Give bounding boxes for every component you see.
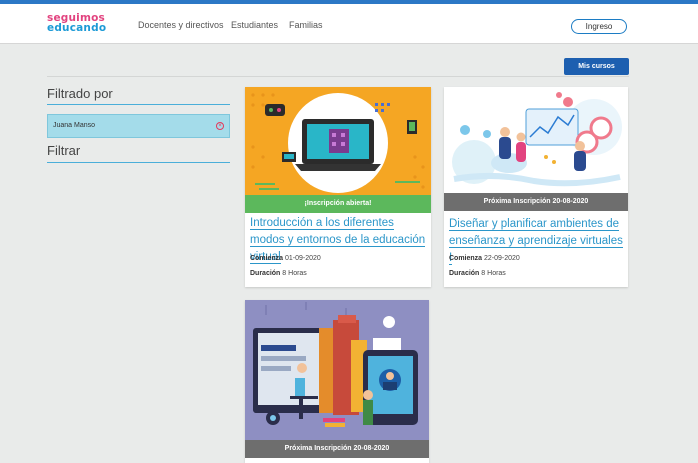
course-illustration-digital-library	[245, 300, 429, 440]
course-duration: Duración 8 Horas	[449, 270, 506, 277]
nav-estudiantes-label[interactable]: Estudiantes	[231, 20, 278, 30]
nav-familias[interactable]: Familias	[289, 20, 323, 30]
logo-line2: educando	[47, 22, 107, 34]
start-label: Comienza	[449, 255, 483, 262]
course-illustration-laptop	[245, 87, 431, 195]
course-start-date: Comienza 01-09-2020	[250, 255, 321, 262]
course-illustration-teamwork	[444, 87, 628, 193]
content-divider	[47, 76, 629, 77]
enrollment-status-text: Próxima Inscripción 20-08-2020	[284, 445, 390, 452]
enrollment-status-badge: Próxima Inscripción 20-08-2020	[245, 440, 429, 458]
course-card[interactable]: Próxima Inscripción 20-08-2020	[245, 300, 429, 463]
nav-docentes[interactable]: Docentes y directivos	[138, 20, 224, 30]
filtered-by-underline	[47, 104, 230, 105]
duration-value: 8 Horas	[481, 270, 506, 277]
enrollment-status-text: Próxima Inscripción 20-08-2020	[483, 198, 589, 205]
filtered-by-heading: Filtrado por	[47, 86, 113, 101]
course-card[interactable]: ¡Inscripción abierta! Introducción a los…	[245, 87, 431, 287]
enrollment-status-badge: ¡Inscripción abierta!	[245, 195, 431, 213]
start-label: Comienza	[250, 255, 284, 262]
nav-docentes-label[interactable]: Docentes y directivos	[138, 20, 224, 30]
remove-filter-icon[interactable]: ×	[216, 122, 224, 130]
my-courses-button[interactable]: Mis cursos	[564, 58, 629, 75]
active-filter-chip: Juana Manso ×	[47, 114, 230, 138]
site-logo[interactable]: seguimos educando	[47, 13, 117, 34]
filter-heading[interactable]: Filtrar	[47, 143, 80, 158]
nav-estudiantes[interactable]: Estudiantes	[231, 20, 278, 30]
course-start-date: Comienza 22-09-2020	[449, 255, 520, 262]
start-value: 22-09-2020	[484, 255, 520, 262]
course-card[interactable]: Próxima Inscripción 20-08-2020 Diseñar y…	[444, 87, 628, 287]
nav-familias-label[interactable]: Familias	[289, 20, 323, 30]
course-duration: Duración 8 Horas	[250, 270, 307, 277]
login-button[interactable]: Ingreso	[571, 19, 627, 34]
duration-label: Duración	[250, 270, 281, 277]
enrollment-status-badge: Próxima Inscripción 20-08-2020	[444, 193, 628, 211]
duration-label: Duración	[449, 270, 480, 277]
enrollment-status-text: ¡Inscripción abierta!	[304, 200, 372, 207]
duration-value: 8 Horas	[282, 270, 307, 277]
start-value: 01-09-2020	[285, 255, 321, 262]
filter-underline	[47, 162, 230, 163]
site-header: seguimos educando Docentes y directivos …	[0, 4, 698, 44]
active-filter-label: Juana Manso	[53, 122, 96, 129]
